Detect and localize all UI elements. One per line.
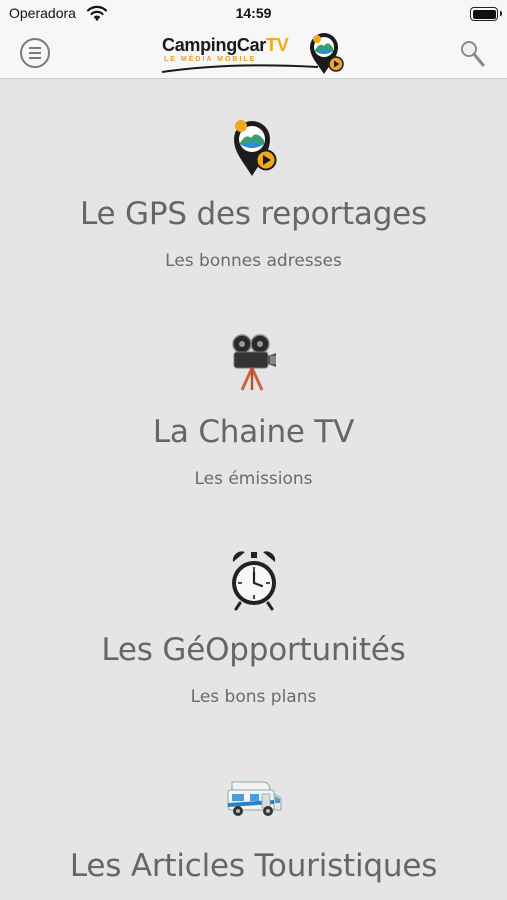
section-chaine-tv[interactable]: La Chaine TV Les émissions (0, 330, 507, 500)
logo-wordmark: CampingCarTV (162, 35, 289, 56)
app-logo[interactable]: CampingCarTV LE MÉDIA MOBILE (160, 30, 350, 76)
section-title: Les GéOpportunités (101, 632, 406, 668)
battery-icon (470, 7, 502, 21)
section-geopportunites[interactable]: Les GéOpportunités Les bons plans (0, 548, 507, 718)
menu-icon-line (29, 47, 41, 49)
camper-van-icon (227, 781, 282, 816)
section-subtitle: Les émissions (194, 469, 313, 489)
menu-icon-line (29, 57, 41, 59)
section-title: Les Articles Touristiques (69, 848, 438, 884)
logo-pin-icon (310, 33, 344, 74)
alarm-clock-icon (232, 551, 276, 611)
logo-main-text: CampingCar (162, 35, 267, 55)
logo-swoosh (161, 64, 319, 73)
section-articles-touristiques[interactable]: Les Articles Touristiques (0, 772, 507, 900)
movie-camera-icon (232, 334, 276, 391)
section-subtitle: Les bons plans (190, 687, 317, 707)
map-pin-video-icon (234, 120, 277, 176)
section-title: La Chaine TV (152, 414, 355, 450)
clock: 14:59 (235, 5, 272, 21)
section-gps-reportages[interactable]: Le GPS des reportages Les bonnes adresse… (0, 110, 507, 280)
search-icon[interactable] (458, 38, 488, 68)
section-title: Le GPS des reportages (79, 196, 428, 232)
logo-tv-text: TV (266, 35, 289, 55)
menu-icon-line (29, 52, 41, 54)
menu-button[interactable] (20, 38, 50, 68)
section-subtitle: Les bonnes adresses (165, 251, 342, 271)
nav-bar: CampingCarTV LE MÉDIA MOBILE (0, 28, 507, 79)
status-bar: Operadora 14:59 (0, 0, 507, 28)
